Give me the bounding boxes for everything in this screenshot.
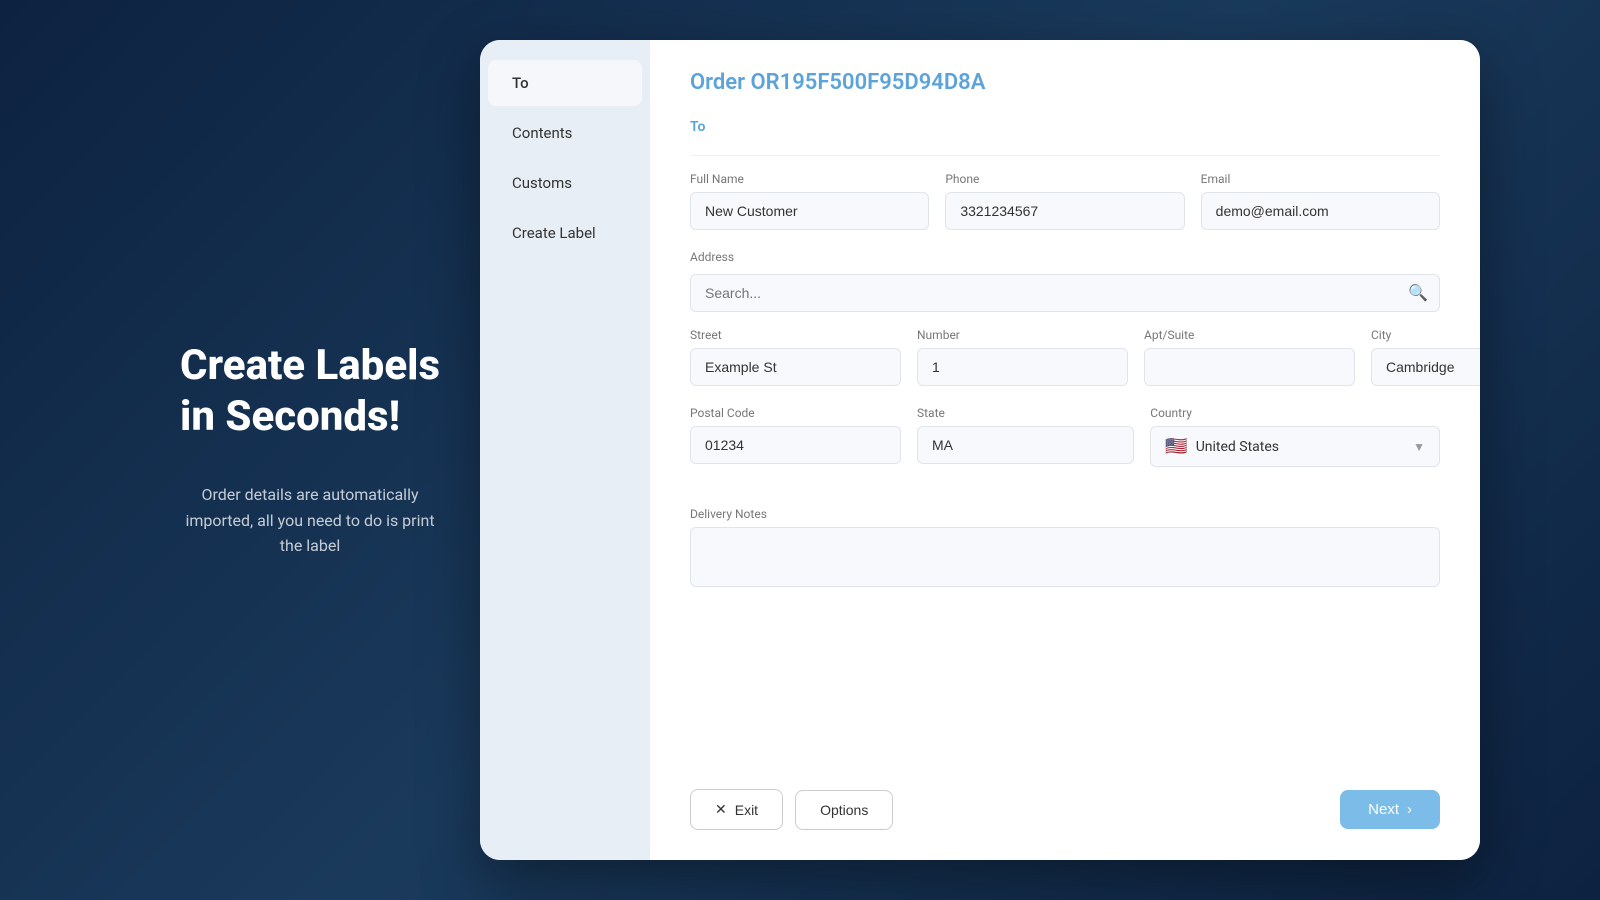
phone-label: Phone [945, 172, 1184, 186]
main-content: Order OR195F500F95D94D8A To Full Name Ph… [650, 40, 1480, 860]
address-label: Address [690, 250, 1440, 264]
chevron-right-icon: › [1407, 801, 1412, 818]
order-title: Order OR195F500F95D94D8A [690, 70, 1440, 95]
phone-group: Phone [945, 172, 1184, 230]
apt-suite-input[interactable] [1144, 348, 1355, 386]
sidebar: To Contents Customs Create Label [480, 40, 650, 860]
state-group: State [917, 406, 1134, 467]
state-input[interactable] [917, 426, 1134, 464]
address-search-input[interactable] [690, 274, 1440, 312]
sidebar-item-contents[interactable]: Contents [488, 110, 642, 156]
street-label: Street [690, 328, 901, 342]
modal-container: To Contents Customs Create Label Order O… [480, 40, 1480, 860]
delivery-notes-label: Delivery Notes [690, 507, 1440, 521]
footer-actions: ✕ Exit Options Next › [690, 765, 1440, 830]
country-label: Country [1150, 406, 1440, 420]
search-icon: 🔍 [1408, 285, 1428, 302]
exit-button[interactable]: ✕ Exit [690, 789, 783, 830]
sidebar-item-to[interactable]: To [488, 60, 642, 106]
headline: Create Labels in Seconds! [180, 341, 440, 442]
street-group: Street [690, 328, 901, 386]
address-search-wrapper: 🔍 [690, 274, 1440, 312]
email-group: Email [1201, 172, 1440, 230]
full-name-group: Full Name [690, 172, 929, 230]
next-button[interactable]: Next › [1340, 790, 1440, 829]
number-group: Number [917, 328, 1128, 386]
sidebar-item-create-label[interactable]: Create Label [488, 210, 642, 256]
country-flag: 🇺🇸 [1165, 436, 1187, 457]
postal-code-input[interactable] [690, 426, 901, 464]
section-to-label: To [690, 119, 1440, 135]
country-select[interactable]: 🇺🇸 United States ▼ [1150, 426, 1440, 467]
apt-suite-group: Apt/Suite [1144, 328, 1355, 386]
number-label: Number [917, 328, 1128, 342]
left-panel: Create Labels in Seconds! Order details … [120, 301, 480, 599]
email-label: Email [1201, 172, 1440, 186]
full-name-label: Full Name [690, 172, 929, 186]
x-icon: ✕ [715, 801, 727, 818]
state-label: State [917, 406, 1134, 420]
city-label: City [1371, 328, 1480, 342]
country-group: Country 🇺🇸 United States ▼ [1150, 406, 1440, 467]
subtext: Order details are automatically imported… [180, 482, 440, 559]
city-input[interactable] [1371, 348, 1480, 386]
delivery-notes-group: Delivery Notes [690, 507, 1440, 745]
address-section: Address 🔍 Street Number Apt/Suite [690, 250, 1440, 487]
postal-code-label: Postal Code [690, 406, 901, 420]
country-value: United States [1196, 439, 1279, 455]
address-search-button[interactable]: 🔍 [1408, 283, 1428, 303]
chevron-down-icon: ▼ [1413, 440, 1425, 454]
postal-code-group: Postal Code [690, 406, 901, 467]
city-group: City [1371, 328, 1480, 386]
contact-fields-row: Full Name Phone Email [690, 172, 1440, 230]
options-button[interactable]: Options [795, 790, 893, 830]
sidebar-item-customs[interactable]: Customs [488, 160, 642, 206]
apt-suite-label: Apt/Suite [1144, 328, 1355, 342]
street-input[interactable] [690, 348, 901, 386]
postal-row: Postal Code State Country 🇺🇸 United Stat… [690, 406, 1440, 467]
full-name-input[interactable] [690, 192, 929, 230]
phone-input[interactable] [945, 192, 1184, 230]
email-input[interactable] [1201, 192, 1440, 230]
number-input[interactable] [917, 348, 1128, 386]
street-row: Street Number Apt/Suite City [690, 328, 1440, 386]
delivery-notes-input[interactable] [690, 527, 1440, 587]
